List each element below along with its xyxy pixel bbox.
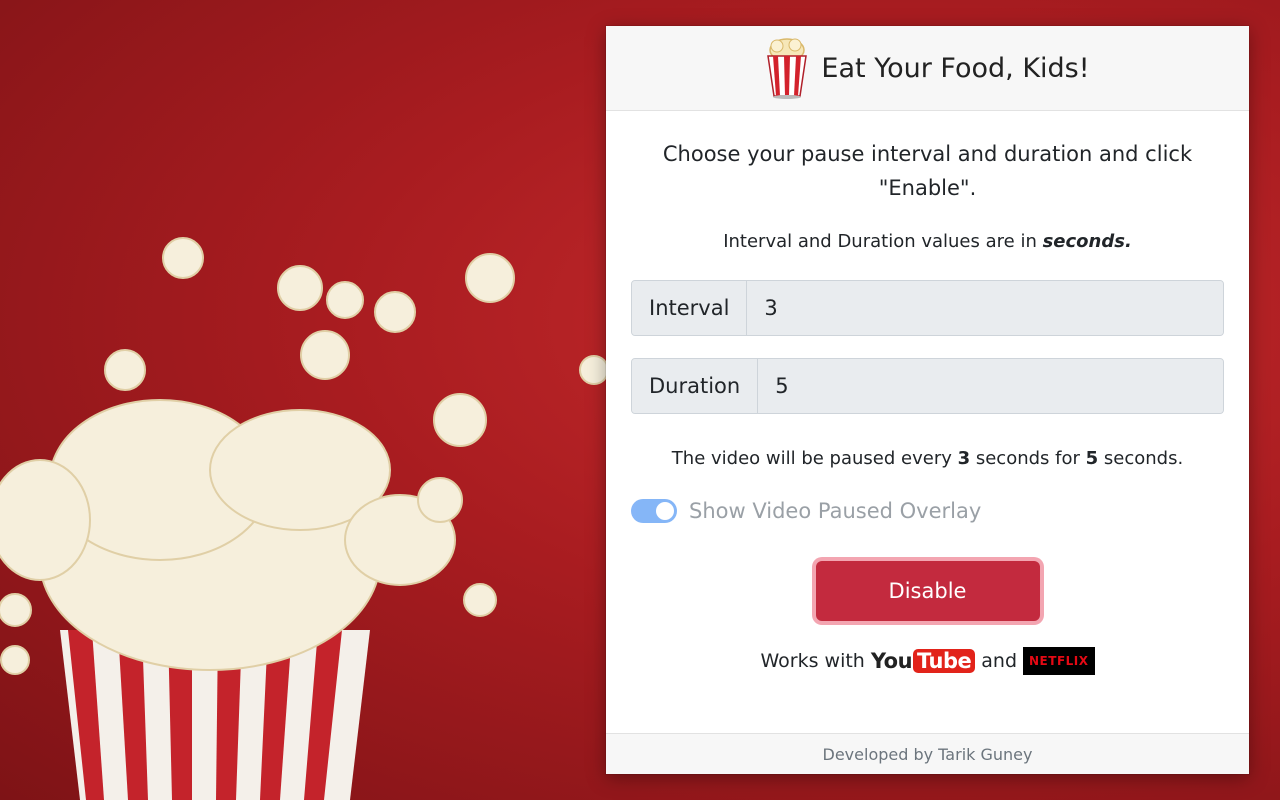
footer-credit: Developed by Tarik Guney — [606, 733, 1249, 774]
duration-input[interactable] — [758, 359, 1223, 413]
summary-duration-value: 5 — [1085, 448, 1099, 469]
button-wrapper: Disable — [631, 561, 1224, 621]
summary-part1: The video will be paused every — [671, 448, 958, 469]
units-note-emphasis: seconds. — [1042, 231, 1132, 252]
interval-label: Interval — [632, 281, 748, 335]
overlay-toggle-switch[interactable] — [631, 499, 677, 523]
units-note: Interval and Duration values are in seco… — [631, 231, 1224, 252]
overlay-toggle-label[interactable]: Show Video Paused Overlay — [689, 499, 981, 523]
summary-part3: seconds. — [1098, 448, 1184, 469]
youtube-logo-tube: Tube — [913, 649, 976, 673]
disable-button[interactable]: Disable — [815, 561, 1040, 621]
overlay-toggle-row: Show Video Paused Overlay — [631, 499, 1224, 523]
pause-summary: The video will be paused every 3 seconds… — [631, 448, 1224, 469]
youtube-logo-you: You — [870, 649, 913, 673]
summary-interval-value: 3 — [957, 448, 971, 469]
duration-input-group: Duration — [631, 358, 1224, 414]
interval-input-group: Interval — [631, 280, 1224, 336]
interval-input[interactable] — [747, 281, 1223, 335]
and-text: and — [981, 650, 1018, 672]
instructions-text: Choose your pause interval and duration … — [662, 142, 1193, 200]
popup-body: Choose your pause interval and duration … — [606, 137, 1249, 675]
duration-label: Duration — [632, 359, 759, 413]
extension-popup: Eat Your Food, Kids! Choose your pause i… — [606, 26, 1249, 774]
popcorn-kernels — [0, 237, 609, 675]
youtube-logo: You Tube — [870, 649, 976, 673]
works-with-row: Works with You Tube and NETFLIX — [631, 647, 1224, 675]
works-with-text: Works with — [760, 650, 865, 672]
netflix-logo: NETFLIX — [1023, 647, 1095, 675]
summary-part2: seconds for — [970, 448, 1086, 469]
popup-header: Eat Your Food, Kids! — [606, 26, 1249, 111]
app-title: Eat Your Food, Kids! — [821, 52, 1090, 84]
popcorn-icon — [767, 38, 808, 99]
toggle-knob — [656, 502, 674, 520]
units-note-prefix: Interval and Duration values are in — [723, 231, 1043, 252]
